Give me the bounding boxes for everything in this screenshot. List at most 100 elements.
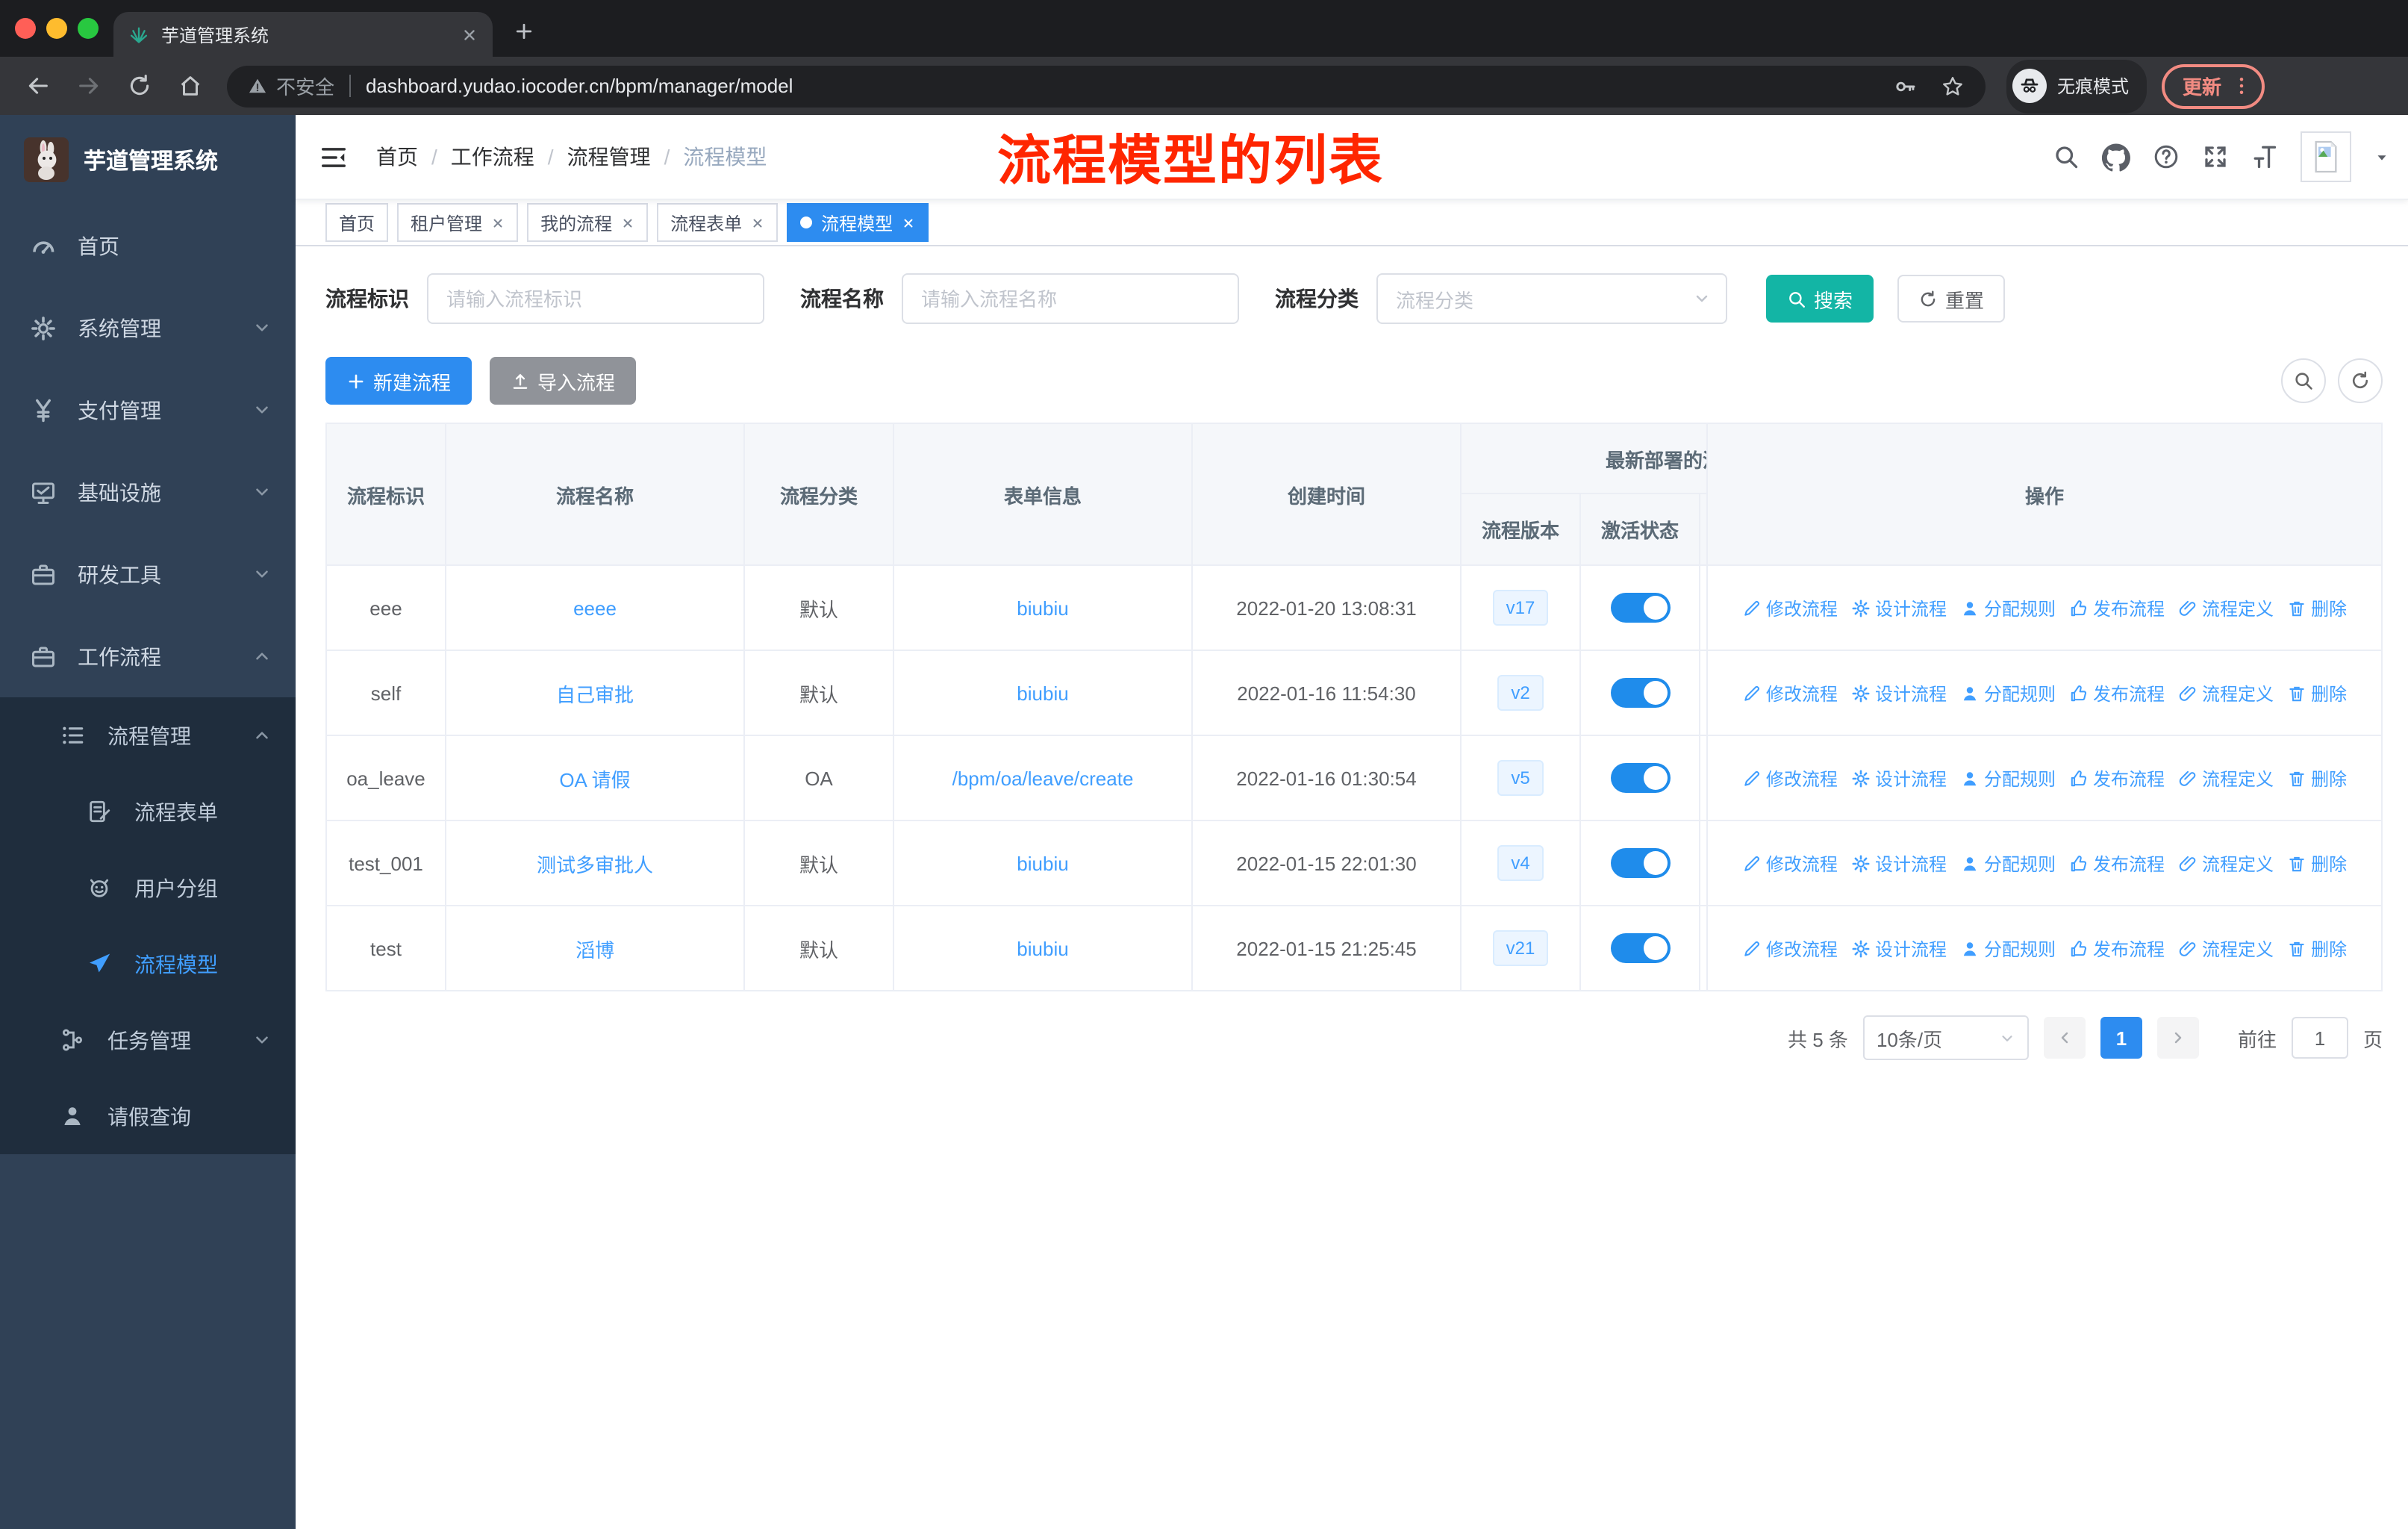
tag-tenant[interactable]: 租户管理: [397, 203, 519, 242]
active-status-toggle[interactable]: [1610, 933, 1670, 963]
fullscreen-icon[interactable]: [2202, 143, 2229, 170]
process-definition-link[interactable]: 流程定义: [2178, 595, 2274, 620]
active-status-toggle[interactable]: [1610, 848, 1670, 878]
security-status[interactable]: 不安全: [248, 72, 334, 100]
tab-close-icon[interactable]: [461, 26, 478, 43]
modify-process-link[interactable]: 修改流程: [1742, 595, 1838, 620]
sidebar-item-process-manage[interactable]: 流程管理: [0, 697, 296, 773]
window-controls[interactable]: [15, 18, 99, 39]
next-page-button[interactable]: [2156, 1017, 2199, 1059]
form-info-link[interactable]: biubiu: [1017, 682, 1068, 704]
minimize-window-button[interactable]: [46, 18, 67, 39]
delete-link[interactable]: 删除: [2287, 595, 2347, 620]
sidebar-item-task-manage[interactable]: 任务管理: [0, 1002, 296, 1078]
form-info-link[interactable]: biubiu: [1017, 937, 1068, 959]
process-name-link[interactable]: 滔博: [576, 934, 614, 962]
import-process-button[interactable]: 导入流程: [490, 357, 637, 405]
sidebar-item-leave-query[interactable]: 请假查询: [0, 1078, 296, 1154]
category-select[interactable]: 流程分类: [1376, 273, 1727, 324]
sidebar-item-infra[interactable]: 基础设施: [0, 451, 296, 533]
browser-update-button[interactable]: 更新: [2162, 63, 2265, 108]
tag-my-process[interactable]: 我的流程: [527, 203, 649, 242]
design-process-link[interactable]: 设计流程: [1851, 935, 1947, 961]
assign-rule-link[interactable]: 分配规则: [1960, 765, 2056, 791]
publish-process-link[interactable]: 发布流程: [2069, 765, 2165, 791]
process-name-link[interactable]: 测试多审批人: [537, 849, 653, 877]
modify-process-link[interactable]: 修改流程: [1742, 680, 1838, 706]
close-icon[interactable]: [751, 216, 764, 229]
tag-home[interactable]: 首页: [325, 203, 389, 242]
close-icon[interactable]: [902, 216, 915, 229]
active-status-toggle[interactable]: [1610, 593, 1670, 623]
back-button[interactable]: [15, 63, 60, 108]
design-process-link[interactable]: 设计流程: [1851, 680, 1947, 706]
sidebar-item-user-group[interactable]: 用户分组: [0, 850, 296, 926]
close-icon[interactable]: [621, 216, 634, 229]
prev-page-button[interactable]: [2043, 1017, 2086, 1059]
publish-process-link[interactable]: 发布流程: [2069, 680, 2165, 706]
delete-link[interactable]: 删除: [2287, 935, 2347, 961]
publish-process-link[interactable]: 发布流程: [2069, 595, 2165, 620]
process-name-input[interactable]: [902, 273, 1239, 324]
forward-button[interactable]: [66, 63, 110, 108]
publish-process-link[interactable]: 发布流程: [2069, 935, 2165, 961]
browser-tab[interactable]: 芋道管理系统: [113, 12, 493, 57]
form-info-link[interactable]: /bpm/oa/leave/create: [952, 767, 1134, 789]
refresh-table-button[interactable]: [2338, 358, 2383, 403]
user-avatar[interactable]: [2301, 131, 2351, 182]
modify-process-link[interactable]: 修改流程: [1742, 850, 1838, 876]
page-number-1[interactable]: 1: [2100, 1017, 2142, 1059]
tag-process-model[interactable]: 流程模型: [787, 203, 929, 242]
reset-button[interactable]: 重置: [1897, 275, 2006, 323]
sidebar-item-workflow[interactable]: 工作流程: [0, 615, 296, 697]
design-process-link[interactable]: 设计流程: [1851, 850, 1947, 876]
font-size-icon[interactable]: [2251, 143, 2278, 170]
reload-button[interactable]: [116, 63, 161, 108]
process-definition-link[interactable]: 流程定义: [2178, 850, 2274, 876]
design-process-link[interactable]: 设计流程: [1851, 765, 1947, 791]
close-window-button[interactable]: [15, 18, 36, 39]
breadcrumb-home[interactable]: 首页: [376, 142, 418, 172]
process-definition-link[interactable]: 流程定义: [2178, 765, 2274, 791]
breadcrumb-workflow[interactable]: 工作流程: [451, 142, 534, 172]
design-process-link[interactable]: 设计流程: [1851, 595, 1947, 620]
new-tab-button[interactable]: [505, 12, 543, 51]
goto-page-input[interactable]: [2291, 1017, 2348, 1059]
close-icon[interactable]: [491, 216, 505, 229]
browser-menu-icon[interactable]: [2230, 75, 2253, 97]
create-process-button[interactable]: 新建流程: [325, 357, 472, 405]
sidebar-item-devtools[interactable]: 研发工具: [0, 533, 296, 615]
collapse-sidebar-icon[interactable]: [314, 137, 352, 176]
process-name-link[interactable]: 自己审批: [556, 679, 634, 707]
active-status-toggle[interactable]: [1610, 763, 1670, 793]
app-logo[interactable]: 芋道管理系统: [0, 115, 296, 205]
toggle-search-button[interactable]: [2281, 358, 2326, 403]
delete-link[interactable]: 删除: [2287, 850, 2347, 876]
home-button[interactable]: [167, 63, 212, 108]
help-icon[interactable]: [2153, 143, 2180, 170]
delete-link[interactable]: 删除: [2287, 680, 2347, 706]
assign-rule-link[interactable]: 分配规则: [1960, 935, 2056, 961]
search-button[interactable]: 搜索: [1766, 275, 1874, 323]
bookmark-star-icon[interactable]: [1941, 74, 1965, 98]
process-name-link[interactable]: OA 请假: [559, 764, 630, 792]
avatar-caret-icon[interactable]: [2374, 149, 2390, 165]
password-key-icon[interactable]: [1893, 74, 1917, 98]
address-bar[interactable]: 不安全 dashboard.yudao.iocoder.cn/bpm/manag…: [227, 65, 1986, 107]
form-info-link[interactable]: biubiu: [1017, 852, 1068, 874]
sidebar-item-system[interactable]: 系统管理: [0, 287, 296, 369]
breadcrumb-process-manage[interactable]: 流程管理: [567, 142, 651, 172]
page-size-select[interactable]: 10条/页: [1862, 1015, 2029, 1060]
sidebar-item-process-model[interactable]: 流程模型: [0, 926, 296, 1002]
sidebar-item-process-form[interactable]: 流程表单: [0, 773, 296, 850]
delete-link[interactable]: 删除: [2287, 765, 2347, 791]
modify-process-link[interactable]: 修改流程: [1742, 935, 1838, 961]
sidebar-item-payment[interactable]: 支付管理: [0, 369, 296, 451]
process-definition-link[interactable]: 流程定义: [2178, 935, 2274, 961]
assign-rule-link[interactable]: 分配规则: [1960, 595, 2056, 620]
github-icon[interactable]: [2102, 143, 2130, 171]
assign-rule-link[interactable]: 分配规则: [1960, 850, 2056, 876]
sidebar-item-home[interactable]: 首页: [0, 205, 296, 287]
tag-process-form[interactable]: 流程表单: [657, 203, 779, 242]
publish-process-link[interactable]: 发布流程: [2069, 850, 2165, 876]
